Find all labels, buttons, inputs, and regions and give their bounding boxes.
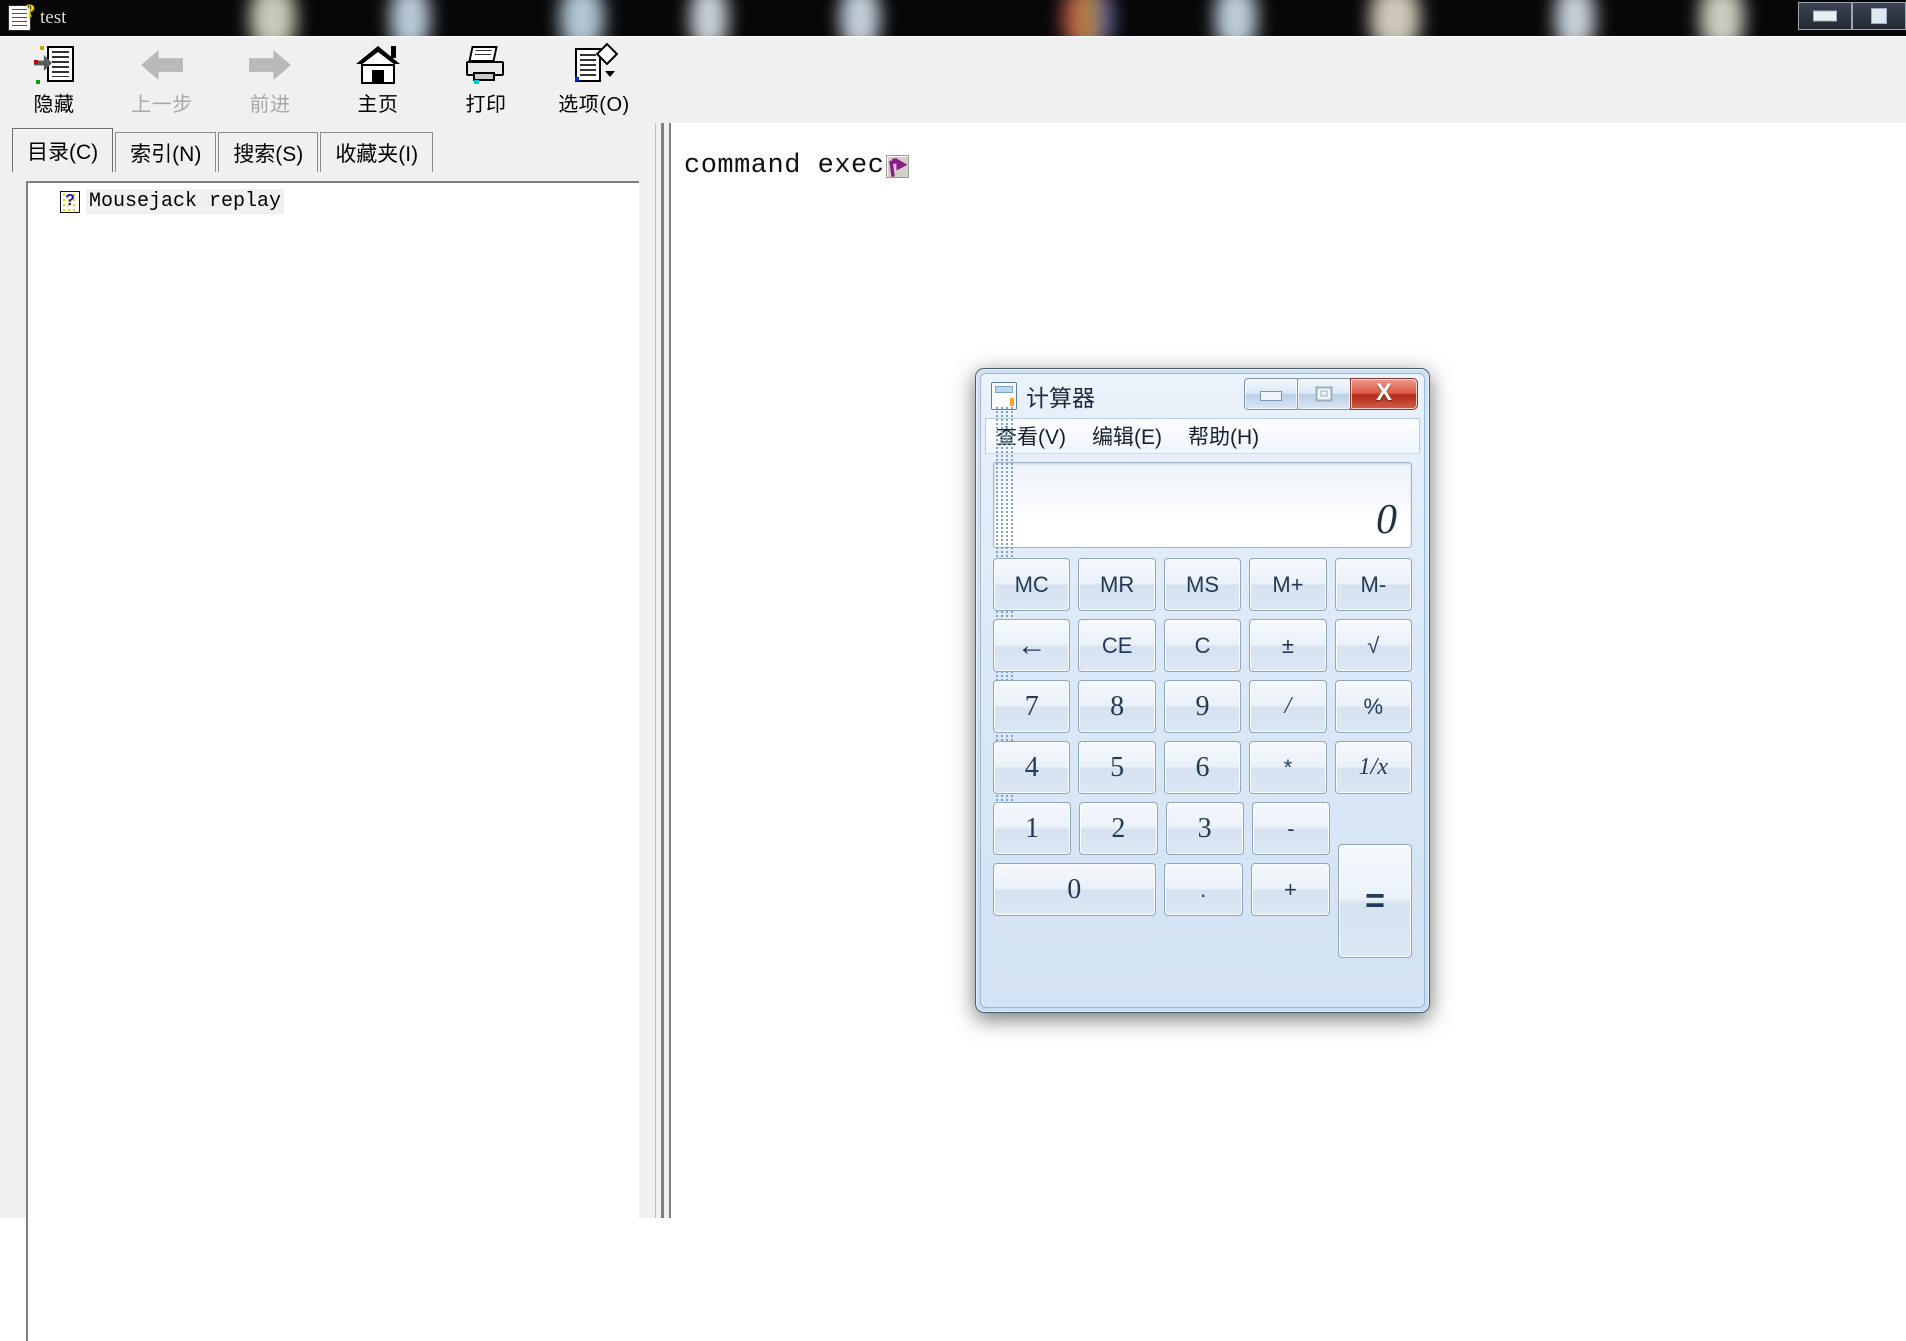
toolbar-button-forward[interactable]: 前进 [216,37,324,121]
help-toolbar: 隐藏 上一步 前进 主页 打印 选项(O) [0,36,1906,124]
tree-item-mousejack-replay[interactable]: ? Mousejack replay [60,189,285,214]
navigation-pane: 目录(C) 索引(N) 搜索(S) 收藏夹(I) ? Mousejack rep… [0,123,655,1341]
tab-favorites[interactable]: 收藏夹(I) [320,132,434,172]
toolbar-label-back: 上一步 [131,94,193,116]
calculator-display-value: 0 [1376,497,1397,543]
contents-tree[interactable]: ? Mousejack replay [26,181,639,1341]
key-divide[interactable]: / [1249,680,1327,733]
key-mc[interactable]: MC [993,558,1071,611]
key-subtract[interactable]: - [1251,802,1330,855]
window-controls [1798,0,1906,34]
key-2[interactable]: 2 [1079,802,1158,855]
toolbar-label-home: 主页 [357,94,399,116]
key-reciprocal[interactable]: 1/x [1334,741,1413,794]
blur-shape [560,0,604,36]
blur-shape [1370,0,1420,36]
toolbar-label-options: 选项(O) [558,94,630,116]
key-3[interactable]: 3 [1165,802,1244,855]
key-decimal[interactable]: . [1163,863,1243,916]
toolbar-label-hide: 隐藏 [33,94,75,116]
toolbar-label-print: 打印 [465,94,507,116]
screen: ? test 隐藏 上一步 前进 主页 打印 选项(O) 目录(C) 索引(N)… [0,0,1906,1341]
key-multiply[interactable]: * [1249,741,1327,794]
topic-text: command exec [684,151,885,181]
topic-body-text-line: command exec [684,151,910,181]
keypad-row-456: 4 5 6 * 1/x [993,741,1413,794]
window-titlebar-label: ? test [8,2,82,34]
key-plus-minus[interactable]: ± [1249,619,1327,672]
blur-shape [1215,0,1257,36]
toolbar-button-print[interactable]: 打印 [432,37,540,121]
key-sqrt[interactable]: √ [1334,619,1413,672]
menu-item-help[interactable]: 帮助(H) [1188,421,1259,451]
window-title-text: test [40,7,67,28]
calculator-title-text: 计算器 [1026,385,1095,411]
key-6[interactable]: 6 [1163,741,1242,794]
key-ce[interactable]: CE [1078,619,1156,672]
home-icon [356,43,400,87]
key-7[interactable]: 7 [993,680,1071,733]
menu-item-edit[interactable]: 编辑(E) [1092,421,1162,451]
key-backspace[interactable]: ← [993,619,1071,672]
close-icon: X [1375,378,1393,406]
forward-arrow-icon [249,43,291,87]
print-icon [464,43,508,87]
blur-shape [690,0,728,36]
blur-shape [390,0,430,36]
toolbar-button-hide[interactable]: 隐藏 [0,37,108,121]
calculator-menu-bar: 查看(V) 编辑(E) 帮助(H) [985,418,1420,454]
window-title-bar: ? test [0,0,1906,36]
key-c[interactable]: C [1163,619,1242,672]
calculator-title-bar: 计算器 X [981,374,1424,806]
key-equals[interactable]: = [1338,844,1412,958]
help-file-icon: ? [8,2,35,31]
shortcut-arrow-icon[interactable] [886,154,910,178]
toolbar-button-back[interactable]: 上一步 [108,37,216,121]
tab-search[interactable]: 搜索(S) [218,132,319,172]
calculator-icon [991,382,1017,806]
blur-shape [250,0,296,36]
key-m-plus[interactable]: M+ [1249,558,1327,611]
key-add[interactable]: + [1250,863,1330,916]
blur-shape [840,0,880,36]
calculator-minimize-button[interactable] [1244,378,1298,410]
key-9[interactable]: 9 [1163,680,1242,733]
tab-contents[interactable]: 目录(C) [12,128,114,172]
calculator-maximize-button[interactable] [1297,378,1351,410]
tree-item-label: Mousejack replay [86,189,285,214]
window-minimize-button[interactable] [1798,2,1852,30]
key-mr[interactable]: MR [1078,558,1156,611]
back-arrow-icon [141,43,183,87]
calculator-display: 0 [993,462,1412,548]
key-percent[interactable]: % [1334,680,1413,733]
key-ms[interactable]: MS [1163,558,1242,611]
toolbar-button-options[interactable]: 选项(O) [540,37,648,121]
key-4[interactable]: 4 [993,741,1071,794]
key-0[interactable]: 0 [993,863,1156,916]
keypad-row-clear: ← CE C ± √ [993,619,1413,672]
key-1[interactable]: 1 [993,802,1072,855]
hide-pane-icon [34,43,74,87]
blur-shape [1062,0,1114,36]
options-icon [573,42,619,87]
help-topic-icon: ? [60,190,80,213]
window-maximize-button[interactable] [1852,2,1906,30]
calculator-close-button[interactable]: X [1350,378,1418,410]
pane-splitter[interactable] [655,123,670,1218]
navigation-tabs: 目录(C) 索引(N) 搜索(S) 收藏夹(I) [12,128,435,172]
calculator-window-controls: X [1244,378,1418,410]
toolbar-button-home[interactable]: 主页 [324,37,432,121]
key-8[interactable]: 8 [1078,680,1156,733]
toolbar-label-forward: 前进 [249,94,291,116]
calculator-window: 计算器 X 查看(V) 编辑(E) 帮助(H) 0 MC MR MS M+ M-… [975,368,1430,1013]
key-5[interactable]: 5 [1078,741,1156,794]
key-m-minus[interactable]: M- [1334,558,1413,611]
blur-shape [1555,0,1595,36]
keypad-row-memory: MC MR MS M+ M- [993,558,1413,611]
tab-index[interactable]: 索引(N) [115,132,217,172]
blur-shape [1700,0,1744,36]
calculator-keypad: MC MR MS M+ M- ← CE C ± √ 7 8 9 / % 4 5 … [993,558,1413,958]
keypad-row-789: 7 8 9 / % [993,680,1413,733]
